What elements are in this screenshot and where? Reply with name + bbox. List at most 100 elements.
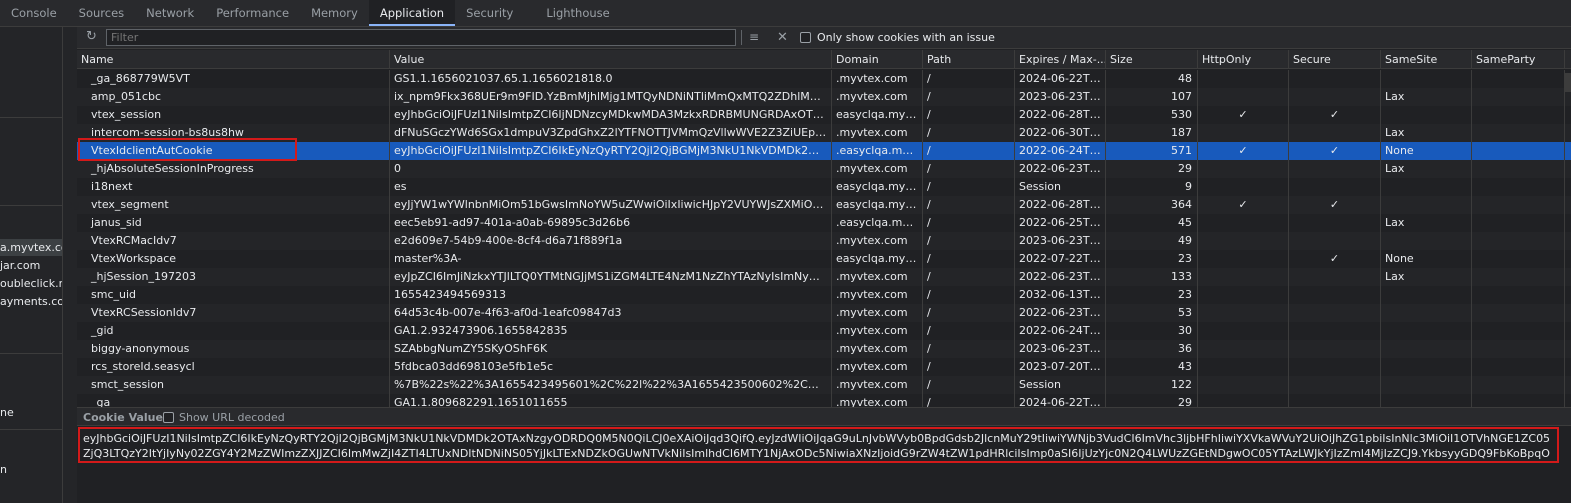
- cell-size: 53: [1106, 304, 1198, 322]
- cell-samesite: [1381, 340, 1472, 358]
- table-row[interactable]: VtexRCMacIdv7 e2d609e7-54b9-400e-8cf4-d6a…: [77, 232, 1571, 250]
- column-header-name[interactable]: Name: [77, 50, 390, 69]
- cookie-value-box[interactable]: eyJhbGciOiJFUzI1NiIsImtpZCI6IkEyNzQyRTY2…: [78, 427, 1559, 463]
- cell-path: /: [923, 70, 1015, 88]
- cell-size: 9: [1106, 178, 1198, 196]
- sidebar-divider: [0, 429, 62, 430]
- column-header-samesite[interactable]: SameSite: [1381, 50, 1472, 69]
- cookie-value-text[interactable]: eyJhbGciOiJFUzI1NiIsImtpZCI6IkEyNzQyRTY2…: [83, 431, 1554, 461]
- cell-value: es: [390, 178, 832, 196]
- cell-domain: easyclqa.myvte...: [832, 178, 923, 196]
- table-row[interactable]: VtexIdclientAutCookie eyJhbGciOiJFUzI1NiI…: [77, 142, 1571, 160]
- column-header-expires[interactable]: Expires / Max-...: [1015, 50, 1106, 69]
- column-header-path[interactable]: Path: [923, 50, 1015, 69]
- table-row[interactable]: smc_uid 1655423494569313 .myvtex.com/2032-…: [77, 286, 1571, 304]
- column-header-domain[interactable]: Domain: [832, 50, 923, 69]
- cell-size: 36: [1106, 340, 1198, 358]
- cell-value: eyJhbGciOiJFUzI1NiIsImtpZCI6IjNDNzcyMDkw…: [390, 106, 832, 124]
- table-row[interactable]: vtex_segment eyJjYW1wYWlnbnMiOm51bGwsImNo…: [77, 196, 1571, 214]
- cell-sameparty: [1472, 340, 1565, 358]
- cell-secure: [1289, 178, 1381, 196]
- tab-lighthouse[interactable]: Lighthouse: [524, 0, 631, 26]
- column-header-sameparty[interactable]: SameParty: [1472, 50, 1565, 69]
- filter-input[interactable]: [106, 29, 736, 46]
- horizontal-scroll-handle[interactable]: [1565, 73, 1571, 92]
- table-row[interactable]: rcs_storeId.seasycl 5fdbca03dd698103e5fb1…: [77, 358, 1571, 376]
- clear-filtered-cookies-icon[interactable]: ≡: [749, 30, 765, 45]
- sidebar-item-cookie-origin[interactable]: jar.com: [0, 257, 62, 274]
- cell-httponly: [1198, 70, 1289, 88]
- cell-value: SZAbbgNumZY5SKyOShF6K: [390, 340, 832, 358]
- cell-sameparty: [1472, 304, 1565, 322]
- tab-network[interactable]: Network: [135, 0, 205, 26]
- cell-sameparty: [1472, 358, 1565, 376]
- cell-expires: 2022-06-28T22...: [1015, 196, 1106, 214]
- cell-name: _hjSession_197203: [77, 268, 390, 286]
- cell-sameparty: [1472, 376, 1565, 394]
- cell-size: 107: [1106, 88, 1198, 106]
- table-row[interactable]: intercom-session-bs8us8hw dFNuSGczYWd6SGx…: [77, 124, 1571, 142]
- cell-secure: [1289, 160, 1381, 178]
- tab-memory[interactable]: Memory: [300, 0, 369, 26]
- cell-path: /: [923, 160, 1015, 178]
- toolbar-divider: [741, 30, 742, 45]
- cell-name: smct_session: [77, 376, 390, 394]
- show-url-decoded-checkbox[interactable]: [163, 412, 174, 423]
- table-row[interactable]: janus_sid eec5eb91-ad97-401a-a0ab-69895c3…: [77, 214, 1571, 232]
- cell-httponly: [1198, 322, 1289, 340]
- cell-value: GA1.2.932473906.1655842835: [390, 322, 832, 340]
- cell-name: biggy-anonymous: [77, 340, 390, 358]
- refresh-icon[interactable]: ↻: [86, 30, 100, 44]
- cell-value: eyJpZCI6ImJiNzkxYTJlLTQ0YTMtNGJjMS1iZGM4…: [390, 268, 832, 286]
- cell-name: amp_051cbc: [77, 88, 390, 106]
- tab-console[interactable]: Console: [0, 0, 68, 26]
- cookies-table: Name Value Domain Path Expires / Max-... Size…: [77, 50, 1571, 427]
- column-header-httponly[interactable]: HttpOnly: [1198, 50, 1289, 69]
- cookie-value-header: Cookie Value Show URL decoded: [77, 407, 1571, 426]
- sidebar-item-cookie-origin[interactable]: ayments.com: [0, 293, 62, 310]
- tab-performance[interactable]: Performance: [205, 0, 300, 26]
- cell-path: /: [923, 304, 1015, 322]
- cell-secure: [1289, 214, 1381, 232]
- cell-value: master%3A-: [390, 250, 832, 268]
- table-row[interactable]: _hjAbsoluteSessionInProgress 0 .myvtex.com…: [77, 160, 1571, 178]
- sidebar-resizer[interactable]: [63, 27, 77, 503]
- table-row[interactable]: VtexWorkspacemaster%3A-easyclqa.myvte...…: [77, 250, 1571, 268]
- table-row[interactable]: smct_session %7B%22s%22%3A1655423495601%2…: [77, 376, 1571, 394]
- table-row[interactable]: vtex_session eyJhbGciOiJFUzI1NiIsImtpZCI6…: [77, 106, 1571, 124]
- sidebar-item[interactable]: n: [0, 461, 62, 478]
- table-row[interactable]: VtexRCSessionIdv7 64d53c4b-007e-4f63-af0d…: [77, 304, 1571, 322]
- cell-samesite: [1381, 178, 1472, 196]
- cell-secure: [1289, 268, 1381, 286]
- sidebar-item-cookie-origin[interactable]: a.myvtex.com: [0, 239, 62, 256]
- table-row[interactable]: amp_051cbc ix_npm9Fkx368UEr9m9FID.YzBmMjh…: [77, 88, 1571, 106]
- column-header-size[interactable]: Size: [1106, 50, 1198, 69]
- sidebar-item[interactable]: ne: [0, 404, 62, 421]
- cell-domain: .myvtex.com: [832, 232, 923, 250]
- cell-path: /: [923, 340, 1015, 358]
- cell-samesite: [1381, 70, 1472, 88]
- cell-size: 23: [1106, 286, 1198, 304]
- table-row[interactable]: biggy-anonymous SZAbbgNumZY5SKyOShF6K .myv…: [77, 340, 1571, 358]
- tab-sources[interactable]: Sources: [68, 0, 136, 26]
- tab-application[interactable]: Application: [368, 0, 456, 26]
- table-row[interactable]: _hjSession_197203 eyJpZCI6ImJiNzkxYTJlLTQ…: [77, 268, 1571, 286]
- only-issues-checkbox[interactable]: [800, 32, 811, 43]
- cell-name: rcs_storeId.seasycl: [77, 358, 390, 376]
- cell-samesite: Lax: [1381, 88, 1472, 106]
- cell-size: 49: [1106, 232, 1198, 250]
- column-header-value[interactable]: Value: [390, 50, 832, 69]
- cell-expires: 2023-07-20T19...: [1015, 358, 1106, 376]
- sidebar-item-cookie-origin[interactable]: oubleclick.net: [0, 275, 62, 292]
- clear-all-cookies-icon[interactable]: ✕: [777, 30, 791, 45]
- table-row[interactable]: _ga_868779W5VT GS1.1.1656021037.65.1.1656…: [77, 70, 1571, 88]
- only-issues-label: Only show cookies with an issue: [817, 31, 995, 44]
- column-header-secure[interactable]: Secure: [1289, 50, 1381, 69]
- cell-domain: .easyclqa.myvte...: [832, 142, 923, 160]
- cell-domain: .myvtex.com: [832, 322, 923, 340]
- cell-path: /: [923, 106, 1015, 124]
- cell-expires: 2022-06-23T22...: [1015, 268, 1106, 286]
- tab-security[interactable]: Security: [455, 0, 524, 26]
- table-row[interactable]: _gid GA1.2.932473906.1655842835 .myvtex.co…: [77, 322, 1571, 340]
- table-row[interactable]: i18nexteseasyclqa.myvte.../Session9: [77, 178, 1571, 196]
